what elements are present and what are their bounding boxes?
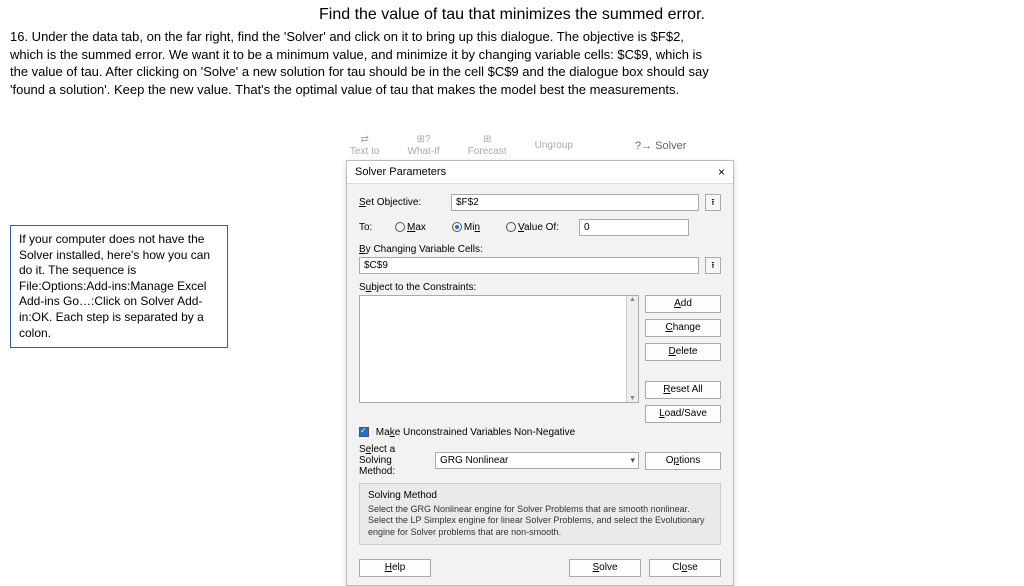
radio-valueof[interactable]: Value Of: [506, 222, 559, 233]
objective-ref-picker[interactable]: ⭱ [705, 194, 721, 211]
help-button[interactable]: Help [359, 559, 431, 577]
constraints-label: Subject to the Constraints: [359, 282, 721, 293]
valueof-input[interactable]: 0 [579, 219, 689, 236]
by-changing-label: By Changing Variable Cells: [359, 244, 721, 255]
radio-min[interactable]: Min [452, 222, 480, 233]
scrollbar[interactable] [626, 296, 638, 402]
options-button[interactable]: Options [645, 452, 721, 470]
add-button[interactable]: Add [645, 295, 721, 313]
constraints-listbox[interactable] [359, 295, 639, 403]
ribbon-whatif: ⊞?What-If [407, 134, 439, 157]
method-label: Select a Solving Method: [359, 444, 429, 477]
objective-input[interactable]: $F$2 [451, 194, 699, 211]
reset-all-button[interactable]: Reset All [645, 381, 721, 399]
changing-cells-input[interactable]: $C$9 [359, 257, 699, 274]
instruction-text: 16. Under the data tab, on the far right… [0, 24, 720, 98]
radio-max[interactable]: Max [395, 222, 426, 233]
change-button[interactable]: Change [645, 319, 721, 337]
changing-ref-picker[interactable]: ⭱ [705, 257, 721, 274]
close-button[interactable]: Close [649, 559, 721, 577]
close-icon[interactable]: × [718, 165, 725, 179]
delete-button[interactable]: Delete [645, 343, 721, 361]
check-icon [359, 427, 369, 437]
install-note: If your computer does not have the Solve… [10, 225, 228, 348]
solve-button[interactable]: Solve [569, 559, 641, 577]
set-objective-label: Set Objective: [359, 197, 445, 208]
ribbon-solver[interactable]: ?→ Solver [635, 140, 686, 152]
ribbon-forecast: ⊞Forecast [468, 134, 507, 157]
page-title: Find the value of tau that minimizes the… [0, 0, 1024, 24]
load-save-button[interactable]: Load/Save [645, 405, 721, 423]
nonneg-checkbox[interactable]: Make Unconstrained Variables Non-Negativ… [359, 427, 721, 438]
ribbon-text-to: ⇄Text to [350, 134, 379, 157]
method-description: Solving Method Select the GRG Nonlinear … [359, 483, 721, 545]
ribbon-ungroup: Ungroup [535, 140, 573, 151]
dialog-title: Solver Parameters [355, 166, 446, 178]
solver-dialog: Solver Parameters × Set Objective: $F$2 … [346, 160, 734, 586]
to-label: To: [359, 222, 389, 233]
method-select[interactable]: GRG Nonlinear [435, 452, 639, 469]
